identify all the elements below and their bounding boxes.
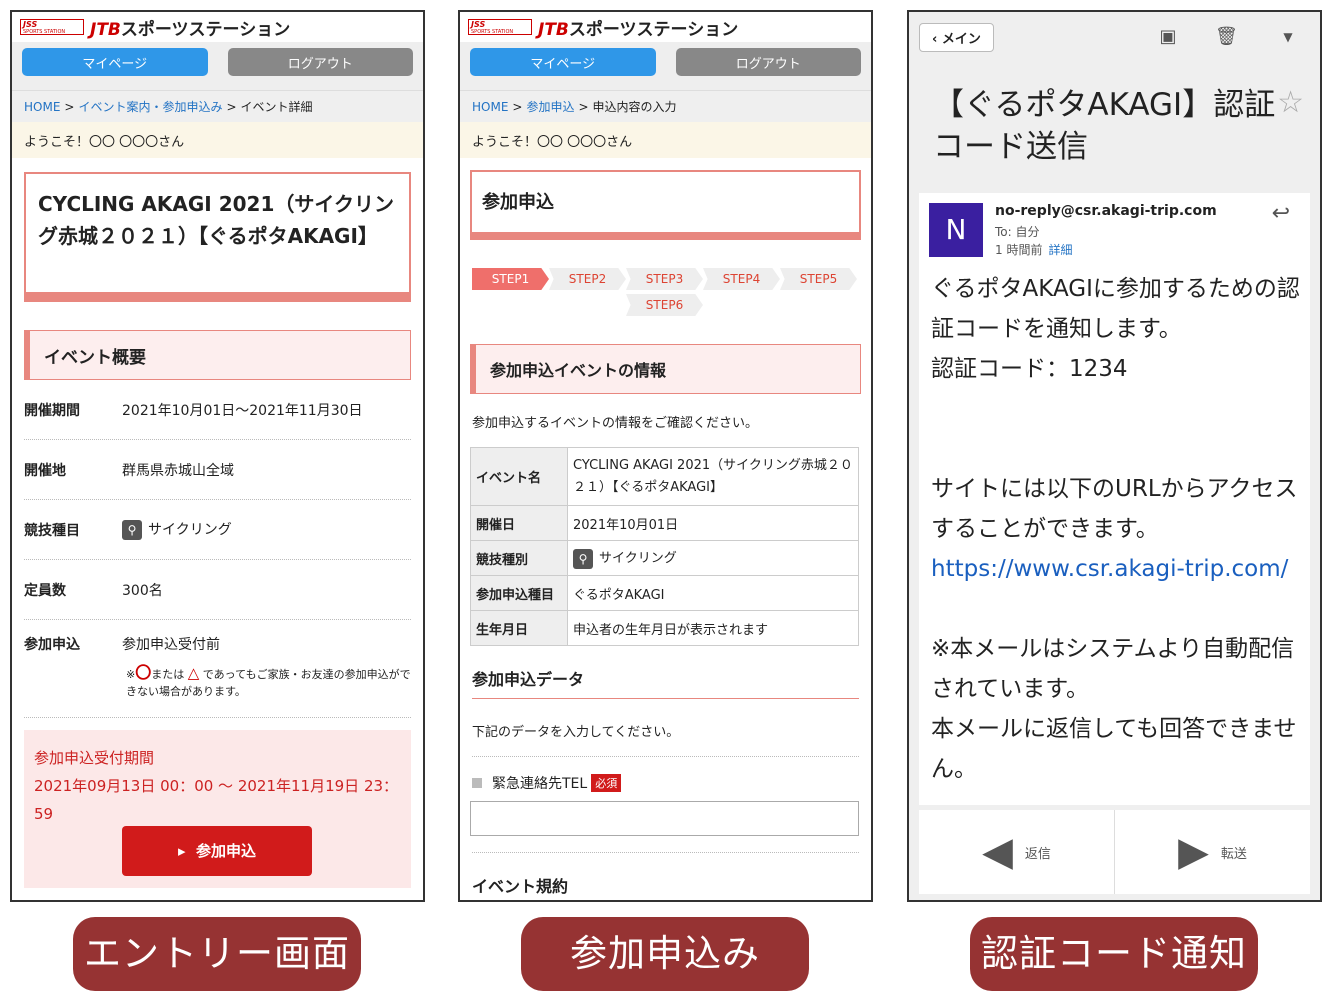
bullet-square-icon	[472, 778, 482, 788]
info-row-location: 開催地 群馬県赤城山全域	[24, 440, 411, 500]
jss-logo[interactable]: JSS SPORTS STATION	[20, 19, 84, 35]
forward-icon: ▶	[1178, 829, 1209, 875]
reply-button[interactable]: ◀ 返信	[919, 810, 1114, 894]
step-6: STEP6	[626, 294, 703, 316]
mail-time: 1 時間前 詳細	[995, 243, 1073, 257]
apply-data-heading: 参加申込データ	[472, 666, 859, 699]
reply-arrow-icon[interactable]: ↩	[1272, 201, 1290, 226]
welcome-message: ようこそ！〇〇 〇〇〇さん	[460, 122, 871, 158]
application-period-box: 参加申込受付期間 2021年09月13日 00：00 〜 2021年11月19日…	[24, 730, 411, 888]
forward-button[interactable]: ▶ 転送	[1114, 810, 1310, 894]
terms-heading: イベント規約	[472, 873, 859, 900]
apply-note: ※〇または △ であってもご家族・お友達の参加申込ができない場合があります。	[126, 663, 411, 698]
caption-entry: エントリー画面	[73, 917, 361, 991]
emergency-tel-input[interactable]	[470, 801, 859, 836]
event-info-heading: 参加申込イベントの情報	[470, 344, 861, 394]
circle-mark: 〇	[135, 663, 152, 682]
brand-name: JTBスポーツステーション	[90, 19, 291, 40]
mail-toolbar: ‹ メイン ▣ 🗑 ▼	[909, 12, 1320, 62]
crumb-apply-link[interactable]: 参加申込	[526, 98, 574, 115]
chevron-down-icon[interactable]: ▼	[1277, 26, 1299, 48]
logout-button[interactable]: ログアウト	[227, 48, 413, 76]
recipient: To: 自分	[995, 225, 1040, 239]
crumb-events-link[interactable]: イベント案内・参加申込み	[78, 98, 222, 115]
crumb-current: イベント詳細	[240, 100, 313, 114]
brand-name: JTBスポーツステーション	[538, 19, 739, 40]
caption-apply: 参加申込み	[521, 917, 809, 991]
reply-icon: ◀	[982, 829, 1013, 875]
table-row: 開催日 2021年10月01日	[470, 505, 859, 541]
entry-screen: JSS SPORTS STATION JTBスポーツステーション マイページ ロ…	[10, 10, 425, 902]
mail-body: ぐるポタAKAGIに参加するための認証コードを通知します。 認証コード：1234…	[931, 276, 1300, 782]
triangle-mark: △	[187, 664, 200, 682]
table-row: 生年月日 申込者の生年月日が表示されます	[470, 610, 859, 646]
apply-data-desc: 下記のデータを入力してください。	[472, 721, 859, 757]
tel-label-row: 緊急連絡先TEL 必須	[472, 773, 859, 793]
star-icon[interactable]: ☆	[1277, 82, 1304, 124]
period-label: 参加申込受付期間	[34, 749, 155, 767]
info-row-capacity: 定員数 300名	[24, 560, 411, 620]
apply-screen: JSS SPORTS STATION JTBスポーツステーション マイページ ロ…	[458, 10, 873, 902]
avatar: N	[929, 203, 983, 257]
welcome-message: ようこそ！〇〇 〇〇〇さん	[12, 122, 423, 158]
required-badge: 必須	[591, 774, 622, 792]
jss-logo[interactable]: JSS SPORTS STATION	[468, 19, 532, 35]
cycling-icon: ⚲	[122, 520, 142, 540]
site-header: JSS SPORTS STATION JTBスポーツステーション	[460, 12, 871, 42]
mypage-button[interactable]: マイページ	[470, 48, 656, 76]
info-row-apply: 参加申込 参加申込受付前 ※〇または △ であってもご家族・お友達の参加申込ができ…	[24, 620, 411, 718]
step-3: STEP3	[626, 268, 703, 290]
period-value: 2021年09月13日 00：00 〜 2021年11月19日 23：59	[34, 777, 399, 823]
info-row-sport: 競技種目 ⚲ サイクリング	[24, 500, 411, 560]
mail-card: N no-reply@csr.akagi-trip.com To: 自分 1 時…	[919, 193, 1310, 805]
overview-heading: イベント概要	[24, 330, 411, 380]
caption-auth: 認証コード通知	[970, 917, 1258, 991]
sender-address: no-reply@csr.akagi-trip.com	[995, 203, 1217, 219]
step-indicator: STEP1 STEP2 STEP3 STEP4 STEP5 STEP6	[472, 268, 861, 316]
mail-actions: ◀ 返信 ▶ 転送	[919, 810, 1310, 894]
mypage-button[interactable]: マイページ	[22, 48, 208, 76]
step-5: STEP5	[780, 268, 857, 290]
table-row: 競技種別 ⚲ サイクリング	[470, 540, 859, 576]
event-info-desc: 参加申込するイベントの情報をご確認ください。	[472, 416, 759, 431]
crumb-current: 申込内容の入力	[592, 100, 677, 114]
table-row: イベント名 CYCLING AKAGI 2021（サイクリング赤城２０２１）【ぐる…	[470, 447, 859, 506]
table-row: 参加申込種目 ぐるポタAKAGI	[470, 575, 859, 611]
nav-buttons: マイページ ログアウト	[460, 42, 871, 90]
trash-icon[interactable]: 🗑	[1215, 26, 1238, 48]
archive-icon[interactable]: ▣	[1157, 26, 1179, 48]
logout-button[interactable]: ログアウト	[675, 48, 861, 76]
event-title-box: CYCLING AKAGI 2021（サイクリング赤城２０２１）【ぐるポタAKA…	[24, 172, 411, 302]
step-4: STEP4	[703, 268, 780, 290]
breadcrumb: HOME > イベント案内・参加申込み > イベント詳細	[12, 90, 423, 122]
site-header: JSS SPORTS STATION JTBスポーツステーション	[12, 12, 423, 42]
apply-button[interactable]: ▸ 参加申込	[122, 826, 312, 876]
step-2: STEP2	[549, 268, 626, 290]
details-link[interactable]: 詳細	[1048, 243, 1072, 257]
crumb-home-link[interactable]: HOME	[24, 100, 60, 114]
event-info-table: イベント名 CYCLING AKAGI 2021（サイクリング赤城２０２１）【ぐる…	[470, 447, 859, 646]
back-to-main-button[interactable]: ‹ メイン	[919, 22, 994, 52]
nav-buttons: マイページ ログアウト	[12, 42, 423, 90]
site-url-link[interactable]: https://www.csr.akagi-trip.com/	[931, 549, 1300, 589]
step-1: STEP1	[472, 268, 549, 290]
breadcrumb: HOME > 参加申込 > 申込内容の入力	[460, 90, 871, 122]
cycling-icon: ⚲	[573, 548, 593, 569]
mail-subject: 【ぐるポタAKAGI】認証コード送信 ☆	[909, 62, 1320, 187]
crumb-home-link[interactable]: HOME	[472, 100, 508, 114]
email-screen: ‹ メイン ▣ 🗑 ▼ 【ぐるポタAKAGI】認証コード送信 ☆ N no-re…	[907, 10, 1322, 902]
page-title: 参加申込	[470, 170, 861, 240]
event-title: CYCLING AKAGI 2021（サイクリング赤城２０２１）【ぐるポタAKA…	[38, 192, 394, 248]
info-row-period: 開催期間 2021年10月01日〜2021年11月30日	[24, 380, 411, 440]
